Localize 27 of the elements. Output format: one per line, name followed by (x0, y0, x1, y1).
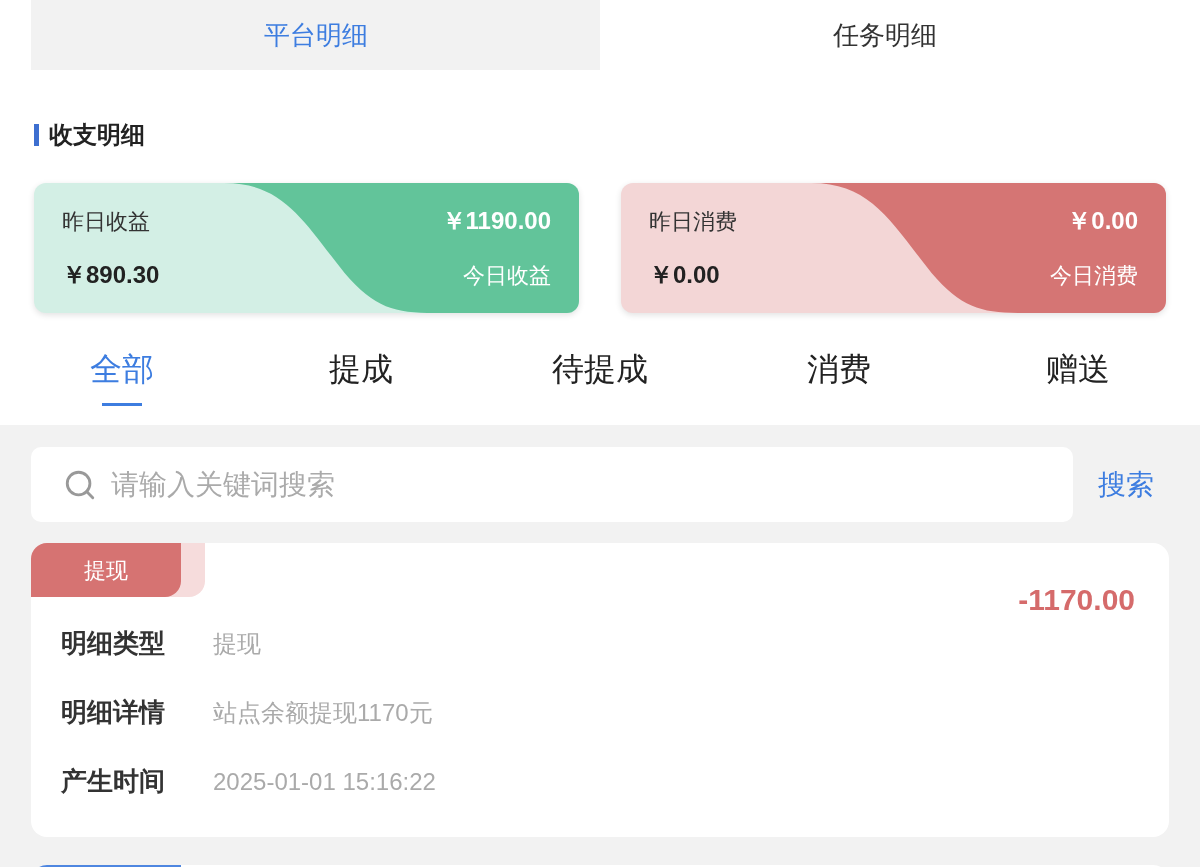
search-link[interactable]: 搜索 (1098, 463, 1154, 506)
filter-tab[interactable]: 提成 (241, 335, 481, 415)
field-value: 提现 (213, 628, 261, 659)
record-tag: 提现 (31, 543, 181, 597)
field-value: 站点余额提现1170元 (213, 697, 433, 728)
today-amount: ￥0.00 (1067, 206, 1138, 236)
card-label: 昨日消费 (649, 207, 737, 236)
today-label: 今日收益 (463, 261, 551, 290)
today-amount: ￥1190.00 (441, 206, 551, 236)
today-label: 今日消费 (1050, 261, 1138, 290)
accent-bar (34, 124, 39, 146)
field-label: 明细类型 (61, 627, 165, 660)
field-label: 产生时间 (61, 765, 165, 798)
filter-tab[interactable]: 赠送 (958, 335, 1197, 415)
section-title: 收支明细 (49, 120, 145, 150)
field-value: 2025-01-01 15:16:22 (213, 766, 436, 797)
yesterday-amount: ￥0.00 (649, 260, 720, 290)
search-field[interactable]: 请输入关键词搜索 (111, 463, 1041, 506)
filter-tab[interactable]: 待提成 (480, 335, 720, 415)
filter-tab[interactable]: 全部 (3, 335, 242, 415)
yesterday-amount: ￥890.30 (62, 260, 160, 290)
search-box[interactable]: 请输入关键词搜索 (31, 447, 1073, 522)
filter-tab[interactable]: 消费 (719, 335, 959, 415)
card-label: 昨日收益 (62, 207, 150, 236)
tab[interactable]: 平台明细 (31, 0, 600, 70)
record-amount: -1170.00 (1018, 582, 1135, 618)
field-label: 明细详情 (61, 696, 165, 729)
